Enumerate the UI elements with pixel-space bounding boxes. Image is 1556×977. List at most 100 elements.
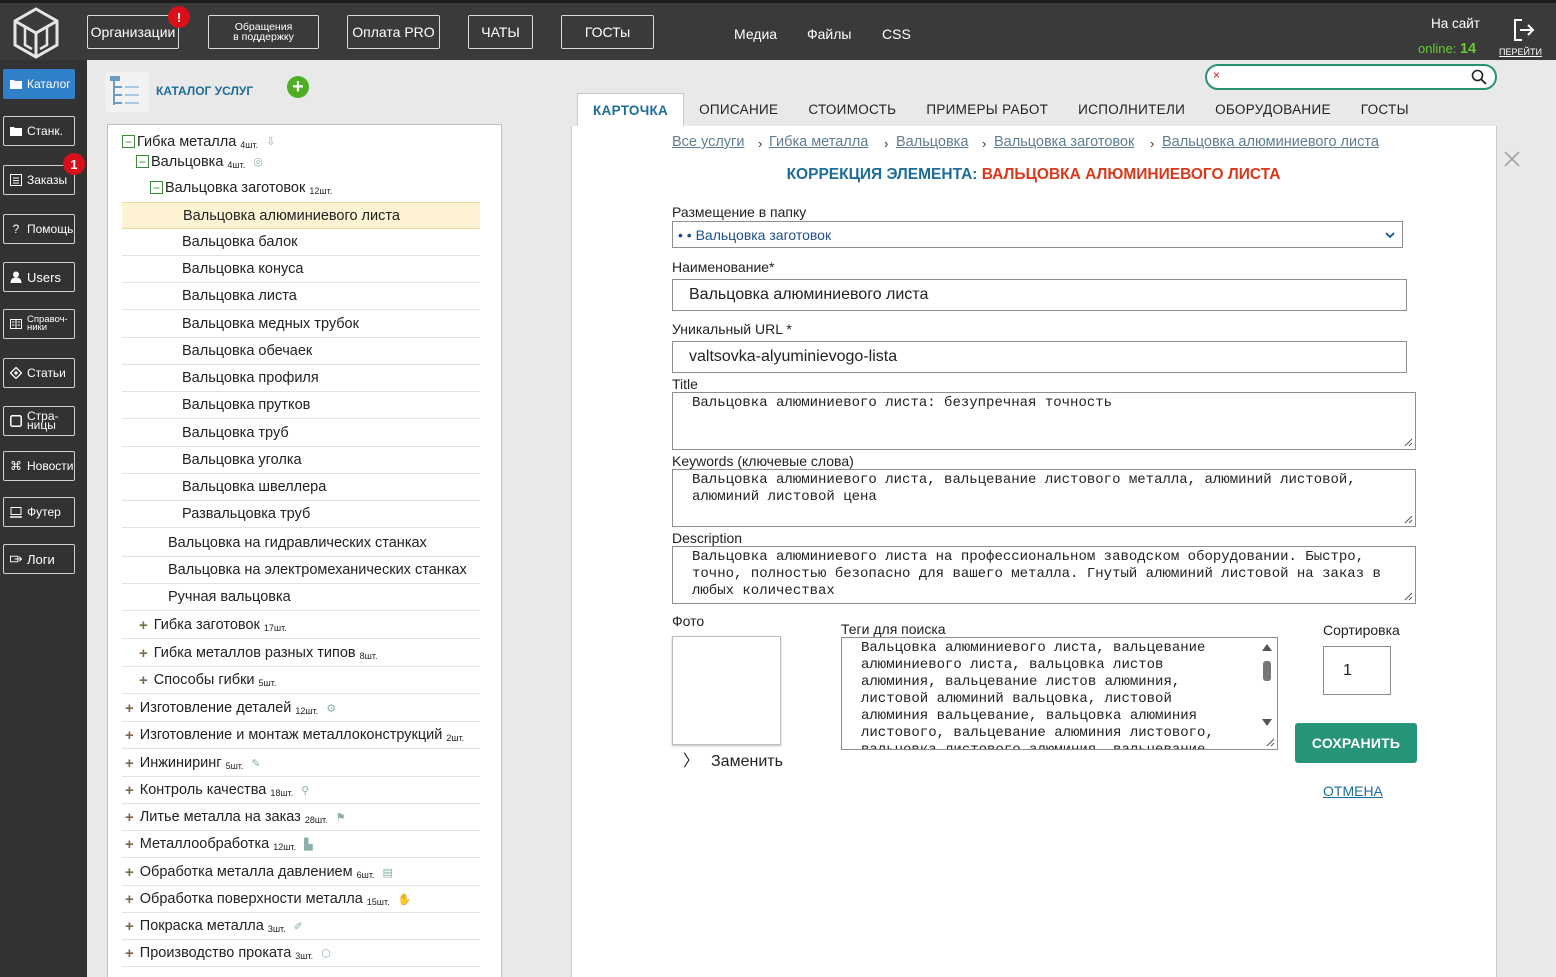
collapse-icon[interactable]: −	[122, 135, 135, 148]
sidebar-item-pages[interactable]: Стра- ницы	[3, 406, 75, 436]
tree-node[interactable]: Вальцовка труб	[122, 420, 480, 447]
expand-icon[interactable]: +	[125, 945, 134, 962]
search-input[interactable]: ×	[1205, 64, 1497, 90]
resize-grip-icon[interactable]	[1404, 438, 1413, 447]
tree-node[interactable]: + Обработка металла давлением 6шт. ▤	[122, 859, 480, 886]
tree-node[interactable]: + Металлообработка 12шт. ▙	[122, 831, 480, 858]
expand-icon[interactable]: +	[125, 727, 134, 744]
collapse-icon[interactable]: −	[136, 155, 149, 168]
tree-node[interactable]: + Обработка поверхности металла 15шт. ✋	[122, 886, 480, 913]
tree-node[interactable]: + Инжиниринг 5шт. ✎	[122, 750, 480, 777]
sidebar-item-references[interactable]: Справоч- ники	[3, 309, 75, 339]
close-icon[interactable]	[1501, 148, 1523, 170]
tree-node[interactable]: Вальцовка швеллера	[122, 474, 480, 501]
expand-icon[interactable]: +	[125, 782, 134, 799]
logo-icon[interactable]	[12, 7, 60, 59]
url-input[interactable]: valtsovka-alyuminievogo-lista	[672, 341, 1407, 373]
sidebar-item-help[interactable]: ? Помощь	[3, 214, 75, 244]
sidebar-item-news[interactable]: ⌘ Новости	[3, 451, 75, 481]
expand-icon[interactable]: +	[139, 645, 148, 662]
collapse-icon[interactable]: −	[150, 181, 163, 194]
tab-description[interactable]: ОПИСАНИЕ	[684, 93, 793, 126]
breadcrumb-rolling-blanks[interactable]: Вальцовка заготовок	[994, 134, 1134, 150]
expand-icon[interactable]: +	[125, 809, 134, 826]
organizations-button[interactable]: Организации	[87, 15, 179, 49]
tree-node[interactable]: Вальцовка листа	[122, 283, 480, 310]
tree-node[interactable]: + Способы гибки 5шт.	[122, 667, 480, 694]
description-textarea[interactable]: Вальцовка алюминиевого листа на професси…	[672, 546, 1416, 604]
breadcrumb-rolling[interactable]: Вальцовка	[896, 134, 968, 150]
sidebar-item-catalog[interactable]: Каталог	[3, 69, 75, 99]
expand-icon[interactable]: +	[125, 918, 134, 935]
tree-node-selected[interactable]: Вальцовка алюминиевого листа	[122, 202, 480, 229]
sidebar-item-machines[interactable]: Станк.	[3, 116, 75, 146]
breadcrumb-all-services[interactable]: Все услуги	[672, 134, 744, 150]
sidebar-item-logs[interactable]: Логи	[3, 544, 75, 574]
tree-node[interactable]: + Изготовление деталей 12шт. ⚙	[122, 695, 480, 722]
tree-node[interactable]: + Контроль качества 18шт. ⚲	[122, 777, 480, 804]
name-input[interactable]: Вальцовка алюминиевого листа	[672, 279, 1407, 311]
tree-node[interactable]: + Литье металла на заказ 28шт. ⚑	[122, 804, 480, 831]
breadcrumb-current[interactable]: Вальцовка алюминиевого листа	[1162, 134, 1379, 150]
tree-node[interactable]: + Изготовление и монтаж металлоконструкци…	[122, 722, 480, 749]
media-link[interactable]: Медиа	[734, 26, 777, 42]
files-link[interactable]: Файлы	[807, 26, 851, 42]
pro-payment-button[interactable]: Оплата PRO	[347, 15, 440, 49]
title-textarea[interactable]: Вальцовка алюминиевого листа: безупречна…	[672, 392, 1416, 450]
expand-icon[interactable]: +	[125, 891, 134, 908]
tree-node[interactable]: + Покраска металла 3шт. ✐	[122, 913, 480, 940]
tree-node[interactable]: Вальцовка на электромеханических станках	[122, 557, 480, 584]
sidebar-item-users[interactable]: Users	[3, 262, 75, 292]
tags-textarea[interactable]: Вальцовка алюминиевого листа, вальцевани…	[841, 637, 1278, 750]
keywords-textarea[interactable]: Вальцовка алюминиевого листа, вальцевани…	[672, 469, 1416, 527]
tree-node[interactable]: + Гибка заготовок 17шт.	[122, 612, 480, 639]
tree-node[interactable]: + Гибка металлов разных типов 8шт.	[122, 640, 480, 667]
search-icon[interactable]	[1471, 69, 1487, 85]
sidebar-item-footer[interactable]: Футер	[3, 497, 75, 527]
expand-icon[interactable]: +	[125, 700, 134, 717]
tab-equipment[interactable]: ОБОРУДОВАНИЕ	[1200, 93, 1346, 126]
tree-node[interactable]: Вальцовка прутков	[122, 392, 480, 419]
tree-node[interactable]: Ручная вальцовка	[122, 584, 480, 611]
tree-node[interactable]: Вальцовка медных трубок	[122, 311, 480, 338]
cancel-link[interactable]: ОТМЕНА	[1323, 783, 1383, 799]
tree-node[interactable]: Вальцовка конуса	[122, 256, 480, 283]
tree-node[interactable]: Развальцовка труб	[122, 501, 480, 528]
expand-icon[interactable]: +	[125, 836, 134, 853]
clear-search-icon[interactable]: ×	[1213, 68, 1220, 82]
add-catalog-item-button[interactable]: +	[287, 76, 309, 98]
tree-node[interactable]: Вальцовка уголка	[122, 447, 480, 474]
tab-gosts[interactable]: ГОСТЫ	[1346, 93, 1424, 126]
tree-node[interactable]: Вальцовка на гидравлических станках	[122, 530, 480, 557]
tab-performers[interactable]: ИСПОЛНИТЕЛИ	[1063, 93, 1200, 126]
tree-node[interactable]: Вальцовка балок	[122, 229, 480, 256]
tree-node[interactable]: Вальцовка профиля	[122, 365, 480, 392]
expand-icon[interactable]: +	[139, 672, 148, 689]
exit-icon[interactable]	[1511, 17, 1537, 43]
sidebar-item-articles[interactable]: Статьи	[3, 358, 75, 388]
sort-input[interactable]: 1	[1323, 646, 1391, 695]
support-requests-button[interactable]: Обращения в поддержку	[208, 15, 319, 49]
save-button[interactable]: СОХРАНИТЬ	[1295, 723, 1417, 763]
expand-icon[interactable]: +	[125, 864, 134, 881]
resize-grip-icon[interactable]	[1404, 515, 1413, 524]
expand-icon[interactable]: +	[139, 617, 148, 634]
breadcrumb-bending[interactable]: Гибка металла	[769, 134, 868, 150]
photo-preview[interactable]	[672, 636, 781, 745]
gosts-button[interactable]: ГОСТы	[561, 15, 654, 49]
css-link[interactable]: CSS	[882, 26, 911, 42]
tab-price[interactable]: СТОИМОСТЬ	[793, 93, 911, 126]
tree-node-rolling[interactable]: − Вальцовка 4шт. ◎	[136, 148, 494, 175]
tab-card[interactable]: КАРТОЧКА	[577, 93, 685, 126]
resize-grip-icon[interactable]	[1404, 592, 1413, 601]
expand-icon[interactable]: +	[125, 755, 134, 772]
tree-node[interactable]: + Производство проката 3шт. ⬡	[122, 940, 480, 967]
resize-grip-icon[interactable]	[1266, 738, 1275, 747]
tree-node-rolling-blanks[interactable]: − Вальцовка заготовок 12шт.	[150, 174, 480, 201]
chats-button[interactable]: ЧАТЫ	[468, 15, 533, 49]
goto-site-link[interactable]: ПЕРЕЙТИ	[1499, 47, 1542, 57]
replace-photo-button[interactable]: 〉 Заменить	[683, 747, 783, 771]
folder-select[interactable]: • • Вальцовка заготовок	[672, 221, 1403, 248]
scrollbar[interactable]	[1258, 639, 1276, 735]
tab-work-examples[interactable]: ПРИМЕРЫ РАБОТ	[911, 93, 1063, 126]
